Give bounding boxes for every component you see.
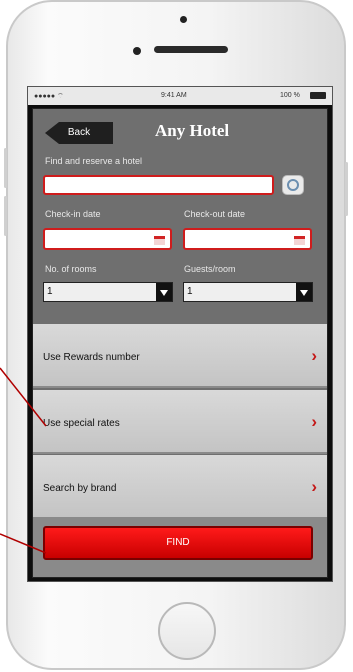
callout-line [0,533,47,554]
callout-line [0,367,47,427]
callout-lines [0,367,47,554]
